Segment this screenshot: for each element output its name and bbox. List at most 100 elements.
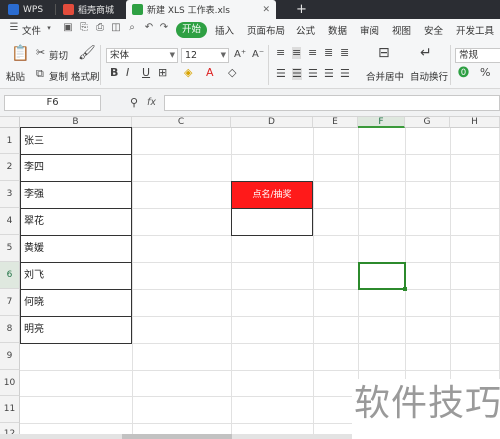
font-size-select[interactable]: 12 ▼ [181, 48, 229, 63]
column-header-g[interactable]: G [405, 117, 450, 128]
print-preview-icon[interactable]: ◫ [110, 22, 122, 34]
font-name-select[interactable]: 宋体 ▼ [106, 48, 178, 63]
paste-icon[interactable]: 📋 [11, 46, 30, 61]
fx-icon[interactable]: fx [147, 97, 156, 108]
wrap-text-icon[interactable]: ↵ [420, 46, 432, 60]
align-left-icon[interactable]: ≣ [324, 47, 333, 59]
clear-format-icon[interactable]: ◇ [228, 67, 236, 79]
distribute-icon[interactable]: ☰ [340, 68, 350, 80]
tab-formulas[interactable]: 公式 [296, 23, 315, 37]
active-cell-f6[interactable] [358, 262, 406, 290]
row-header-3[interactable]: 3 [0, 181, 20, 208]
row-header-10[interactable]: 10 [0, 370, 20, 396]
row-header-11[interactable]: 11 [0, 396, 20, 423]
row-header-7[interactable]: 7 [0, 289, 20, 316]
row-header-8[interactable]: 8 [0, 316, 20, 343]
undo-icon[interactable]: ↶ [143, 22, 155, 34]
percent-button[interactable]: % [480, 67, 490, 79]
result-cell-d4[interactable] [231, 209, 313, 236]
row-header-9[interactable]: 9 [0, 343, 20, 370]
save-icon[interactable]: ▣ [62, 22, 74, 34]
formula-bar: F6 ⚲ fx [0, 89, 500, 117]
number-format-select[interactable]: 常规 [455, 48, 500, 63]
align-bottom-icon[interactable]: ≡ [308, 47, 317, 59]
column-header-e[interactable]: E [313, 117, 358, 128]
copy-icon[interactable]: ⧉ [36, 68, 44, 80]
row-header-4[interactable]: 4 [0, 208, 20, 235]
title-bar: WPS 稻壳商城 新建 XLS 工作表.xls ✕ + [0, 0, 500, 19]
scrollbar-thumb[interactable] [122, 434, 232, 439]
column-header-c[interactable]: C [132, 117, 231, 128]
paste-button[interactable]: 粘贴 [6, 69, 25, 83]
chevron-down-icon[interactable]: ▾ [43, 22, 55, 34]
gridline [20, 370, 500, 371]
name-cell-b6[interactable]: 刘飞 [20, 263, 132, 290]
fill-handle[interactable] [403, 287, 407, 291]
hamburger-menu-icon[interactable]: ☰ [8, 22, 20, 34]
currency-icon[interactable]: ⓿ [458, 67, 469, 79]
name-cell-b8[interactable]: 明亮 [20, 317, 132, 344]
name-cell-b3[interactable]: 李强 [20, 182, 132, 209]
borders-icon[interactable]: ⊞ [158, 67, 167, 79]
tab-spreadsheet[interactable]: 新建 XLS 工作表.xls ✕ [126, 0, 276, 19]
bold-button[interactable]: B [110, 67, 118, 79]
export-icon[interactable]: ⎘ [78, 22, 90, 34]
underline-button[interactable]: U [142, 67, 150, 79]
column-header-d[interactable]: D [231, 117, 313, 128]
print-icon[interactable]: ⎙ [94, 22, 106, 34]
name-cell-b4[interactable]: 翠花 [20, 209, 132, 236]
close-tab-icon[interactable]: ✕ [262, 5, 270, 15]
name-cell-b5[interactable]: 黄媛 [20, 236, 132, 263]
tab-insert[interactable]: 插入 [215, 23, 234, 37]
format-painter-button[interactable]: 格式刷 [71, 69, 100, 83]
tab-security[interactable]: 安全 [424, 23, 443, 37]
search-doc-icon[interactable]: ⌕ [126, 22, 138, 34]
formula-input[interactable] [164, 95, 500, 111]
tab-home[interactable]: 开始 [176, 22, 208, 38]
tab-developer[interactable]: 开发工具 [456, 23, 494, 37]
name-cell-b7[interactable]: 何晓 [20, 290, 132, 317]
row-header-6[interactable]: 6 [0, 262, 20, 289]
copy-button[interactable]: 复制 [49, 69, 68, 83]
italic-button[interactable]: I [126, 67, 129, 79]
scissors-icon[interactable]: ✂ [36, 47, 45, 59]
justify-icon[interactable]: ☰ [324, 68, 334, 80]
tab-docer-store[interactable]: 稻壳商城 [57, 0, 123, 19]
redo-icon[interactable]: ↷ [158, 22, 170, 34]
row-header-5[interactable]: 5 [0, 235, 20, 262]
watermark: 软件技巧 [352, 379, 500, 439]
row-header-2[interactable]: 2 [0, 154, 20, 181]
file-menu[interactable]: 文件 [22, 23, 41, 37]
shrink-font-icon[interactable]: A⁻ [252, 49, 264, 61]
merge-center-icon[interactable]: ⊟ [378, 46, 390, 60]
align-middle-icon[interactable]: ≡ [292, 47, 302, 59]
align-top-icon[interactable]: ≡ [276, 47, 285, 59]
tab-page-layout[interactable]: 页面布局 [247, 23, 285, 37]
select-all-corner[interactable] [0, 117, 20, 128]
zoom-icon[interactable]: ⚲ [130, 97, 138, 109]
column-header-f[interactable]: F [358, 117, 405, 128]
format-painter-icon[interactable]: 🖌 [78, 46, 96, 60]
align-right-icon[interactable]: ☰ [308, 68, 318, 80]
new-tab-button[interactable]: + [290, 0, 313, 19]
align-center-icon[interactable]: ☰ [292, 68, 302, 80]
merge-center-button[interactable]: 合并居中 [366, 69, 404, 83]
name-cell-b1[interactable]: 张三 [20, 127, 132, 155]
fill-color-icon[interactable]: ◈ [184, 67, 192, 79]
font-color-icon[interactable]: A [206, 67, 214, 79]
tab-data[interactable]: 数据 [328, 23, 347, 37]
tab-wps[interactable]: WPS [2, 0, 52, 19]
tab-review[interactable]: 审阅 [360, 23, 379, 37]
tab-view[interactable]: 视图 [392, 23, 411, 37]
align-center-icon[interactable]: ≣ [340, 47, 349, 59]
row-header-1[interactable]: 1 [0, 128, 20, 154]
column-header-h[interactable]: H [450, 117, 500, 128]
grow-font-icon[interactable]: A⁺ [234, 49, 246, 61]
name-cell-b2[interactable]: 李四 [20, 155, 132, 182]
cut-button[interactable]: 剪切 [49, 48, 68, 62]
wrap-text-button[interactable]: 自动换行 [410, 69, 448, 83]
draw-lots-cell-d3[interactable]: 点名/抽奖 [231, 181, 313, 209]
chevron-down-icon: ▼ [220, 51, 226, 59]
name-box[interactable]: F6 [4, 95, 101, 111]
align-left-icon[interactable]: ☰ [276, 68, 286, 80]
